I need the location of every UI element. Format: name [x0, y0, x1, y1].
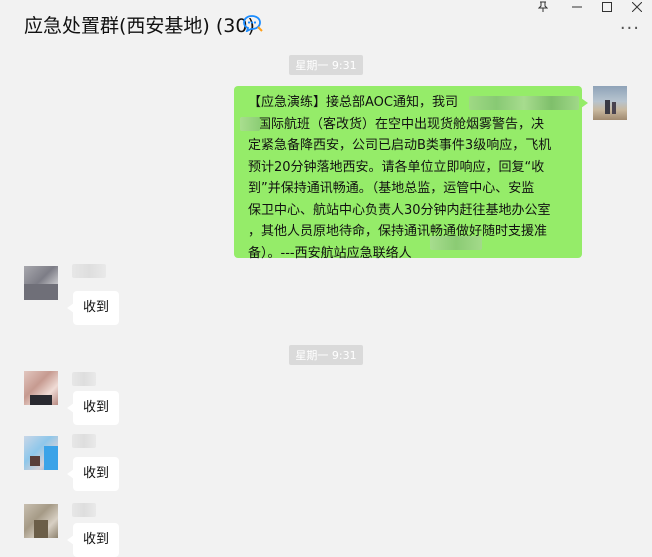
time-separator: 星期一 9:31 [0, 54, 652, 75]
member-avatar[interactable] [24, 436, 58, 470]
chat-title[interactable]: 应急处置群(西安基地) (30) [24, 11, 255, 38]
close-button[interactable] [622, 0, 652, 14]
member-avatar[interactable] [24, 371, 58, 405]
redacted-text [240, 117, 260, 131]
member-name [72, 264, 106, 278]
member-name [72, 434, 96, 448]
message-line: 国际航班（客改货）在空中出现货舱烟雾警告，决 [258, 116, 545, 132]
maximize-button[interactable] [592, 0, 622, 14]
group-chat-icon[interactable] [243, 14, 263, 32]
reply-text: 收到 [83, 400, 110, 415]
pin-icon [538, 1, 548, 12]
reply-message[interactable]: 收到 [66, 291, 120, 325]
time-separator: 星期一 9:31 [0, 344, 652, 365]
message-line: 备）。---西安航站应急联络人 [248, 245, 412, 261]
message-line: ，其他人员原地待命，保持通讯畅通做好随时支援准 [248, 224, 548, 239]
time-label: 星期一 9:31 [289, 345, 363, 365]
minimize-button[interactable] [562, 0, 592, 14]
member-name [72, 372, 96, 386]
reply-message[interactable]: 收到 [66, 523, 120, 557]
outgoing-message[interactable]: 【应急演练】接总部AOC通知，我司 国际航班（客改货）在空中出现货舱烟雾警告，决… [234, 86, 588, 261]
maximize-icon [602, 2, 612, 12]
minimize-icon [572, 6, 582, 8]
message-line: 预计20分钟落地西安。请各单位立即响应，回复“收 [248, 159, 545, 175]
message-line: 定紧急备降西安，公司已启动B类事件3级响应，飞机 [248, 138, 552, 153]
pin-button[interactable] [528, 0, 558, 14]
reply-message[interactable]: 收到 [66, 457, 120, 491]
member-name [72, 503, 96, 517]
more-options-icon[interactable]: ··· [620, 20, 640, 38]
time-label: 星期一 9:31 [289, 55, 363, 75]
title-bar: 应急处置群(西安基地) (30) ··· [0, 0, 652, 50]
reply-text: 收到 [83, 300, 110, 315]
member-avatar[interactable] [24, 266, 58, 300]
reply-text: 收到 [83, 466, 110, 481]
message-line: 到”并保持通讯畅通。（基地总监，运管中心、安监 [248, 181, 535, 196]
redacted-text [469, 96, 579, 110]
member-avatar[interactable] [24, 504, 58, 538]
own-avatar[interactable] [593, 86, 627, 120]
message-line: 保卫中心、航站中心负责人30分钟内赶往基地办公室 [248, 202, 551, 218]
close-icon [632, 2, 642, 12]
reply-text: 收到 [83, 532, 110, 547]
redacted-text [430, 236, 482, 250]
reply-message[interactable]: 收到 [66, 391, 120, 425]
